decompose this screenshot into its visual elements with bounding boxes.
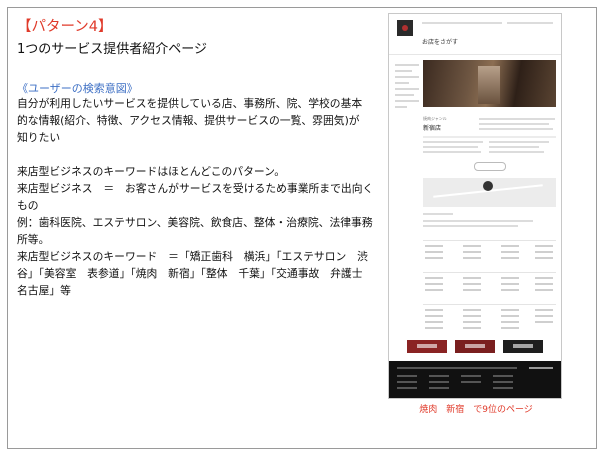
nearby-list-2 <box>423 272 556 295</box>
banner-3[interactable] <box>503 340 543 353</box>
shop-category: 焼肉ジャンル <box>423 116 447 121</box>
pattern-label: 【パターン4】 <box>17 19 113 35</box>
business-line-2: 来店型ビジネス ＝ お客さんがサービスを受けるため事業所まで出向くもの <box>17 182 374 212</box>
business-description: 来店型ビジネスのキーワードはほとんどこのパターン。 来店型ビジネス ＝ お客さん… <box>17 163 377 299</box>
more-button[interactable] <box>474 162 506 171</box>
business-line-1: 来店型ビジネスのキーワードはほとんどこのパターン。 <box>17 165 286 178</box>
slide: 【パターン4】 1つのサービス提供者紹介ページ 《ユーザーの検索意図》 自分が利… <box>0 0 605 456</box>
site-title: お店をさがす <box>422 39 459 46</box>
website-thumbnail: お店をさがす 焼肉ジャンル 新宿店 <box>389 14 561 398</box>
site-sidebar <box>395 60 419 112</box>
site-logo <box>397 20 413 36</box>
business-line-4: 来店型ビジネスのキーワード ＝「矯正歯科 横浜」「エステサロン 渋谷」「美容室 … <box>17 250 374 297</box>
site-footer <box>389 361 561 398</box>
shop-hero-photo <box>423 60 556 107</box>
nearby-list-1 <box>423 240 556 261</box>
access-map[interactable] <box>423 178 556 207</box>
thumbnail-caption: 焼肉 新宿 で9位のページ <box>419 405 533 415</box>
intent-body: 自分が利用したいサービスを提供している店、事務所、院、学校の基本的な情報(紹介、… <box>17 97 363 144</box>
intent-heading: 《ユーザーの検索意図》 <box>17 82 138 95</box>
shop-name: 新宿店 <box>423 125 442 132</box>
slide-subtitle: 1つのサービス提供者紹介ページ <box>17 42 208 57</box>
banner-2[interactable] <box>455 340 495 353</box>
nearby-list-3 <box>423 304 556 331</box>
site-header: お店をさがす <box>389 14 561 55</box>
banner-1[interactable] <box>407 340 447 353</box>
business-line-3: 例：歯科医院、エステサロン、美容院、飲食店、整体・治療院、法律事務所等。 <box>17 216 373 246</box>
